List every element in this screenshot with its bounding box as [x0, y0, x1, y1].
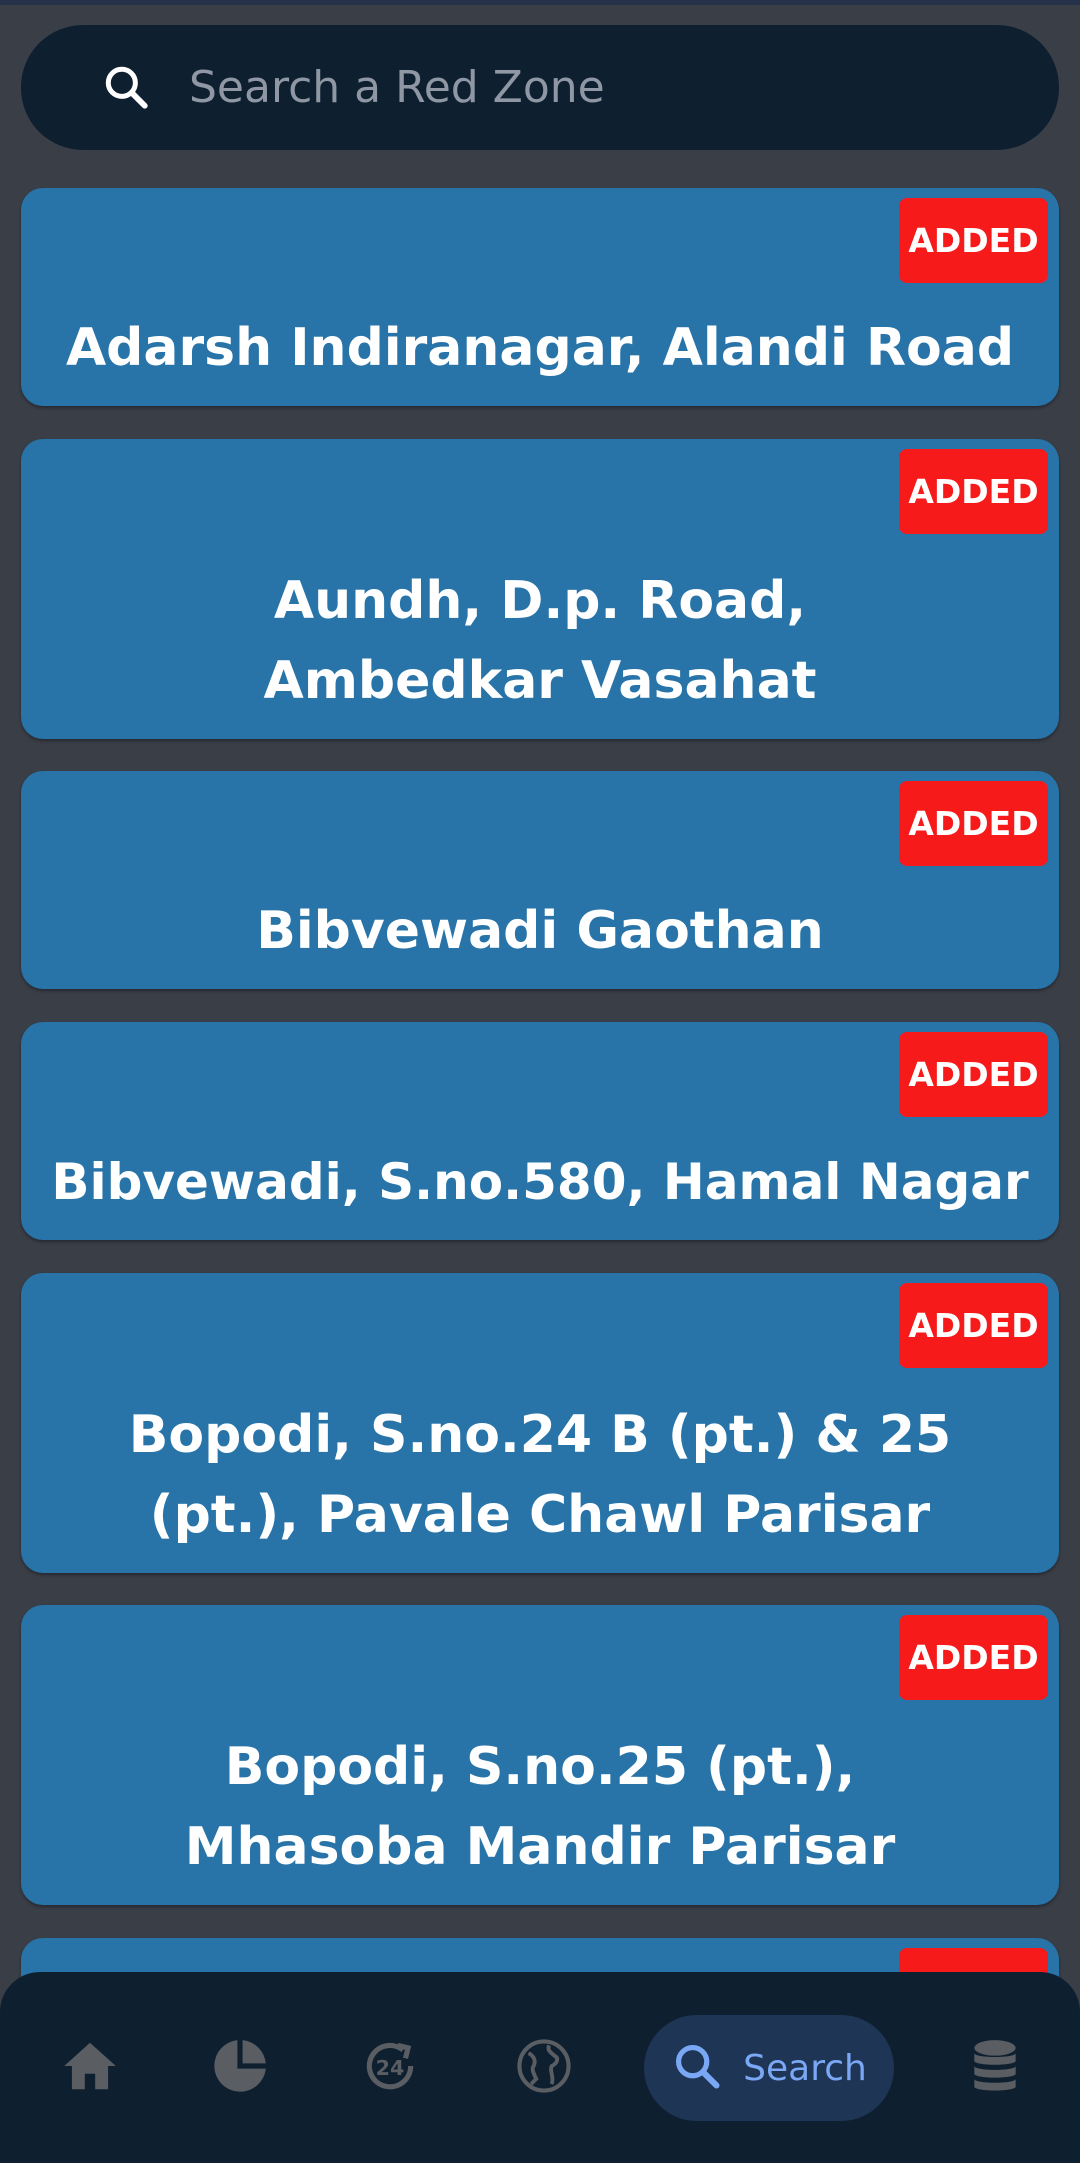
search-icon — [101, 62, 151, 112]
added-badge: ADDED — [899, 1615, 1048, 1700]
zone-name: Bopodi, S.no.24 B (pt.) & 25 (pt.), Pava… — [128, 1405, 952, 1545]
search-input[interactable] — [189, 25, 1029, 150]
nav-stats[interactable] — [200, 1972, 280, 2163]
added-badge: ADDED — [899, 198, 1048, 283]
added-badge: ADDED — [899, 1032, 1048, 1117]
database-icon — [964, 2035, 1026, 2101]
zone-card[interactable]: ADDED Bibvewadi Gaothan — [21, 771, 1059, 989]
nav-search[interactable]: Search — [644, 2015, 894, 2121]
24-hours-label: 24 — [376, 2056, 405, 2080]
search-bar[interactable] — [21, 25, 1059, 150]
zone-name: Aundh, D.p. Road, Ambedkar Vasahat — [263, 571, 817, 711]
nav-search-label: Search — [743, 2047, 867, 2089]
nav-home[interactable] — [50, 1972, 130, 2163]
zone-card[interactable]: ADDED Bopodi, S.no.24 B (pt.) & 25 (pt.)… — [21, 1273, 1059, 1573]
status-strip — [0, 0, 1080, 5]
nav-database[interactable] — [955, 1972, 1035, 2163]
zone-name: Bopodi, S.no.25 (pt.), Mhasoba Mandir Pa… — [184, 1737, 896, 1877]
screen: ADDED Adarsh Indiranagar, Alandi Road AD… — [0, 0, 1080, 2163]
home-icon — [59, 2035, 121, 2101]
globe-icon — [513, 2035, 575, 2101]
nav-24hours[interactable]: 24 — [350, 1972, 430, 2163]
nav-world[interactable] — [504, 1972, 584, 2163]
24-hours-icon: 24 — [359, 2035, 421, 2101]
added-badge: ADDED — [899, 1283, 1048, 1368]
zone-card[interactable]: ADDED Adarsh Indiranagar, Alandi Road — [21, 188, 1059, 406]
pie-chart-icon — [209, 2035, 271, 2101]
added-badge: ADDED — [899, 449, 1048, 534]
added-badge: ADDED — [899, 781, 1048, 866]
zone-name: Bibvewadi, S.no.580, Hamal Nagar — [51, 1153, 1029, 1211]
search-icon — [671, 2040, 723, 2096]
bottom-nav: 24 Search — [0, 1972, 1080, 2163]
zone-name: Bibvewadi Gaothan — [256, 901, 824, 961]
zone-card[interactable]: ADDED Aundh, D.p. Road, Ambedkar Vasahat — [21, 439, 1059, 739]
zone-card[interactable]: ADDED Bibvewadi, S.no.580, Hamal Nagar — [21, 1022, 1059, 1240]
zone-name: Adarsh Indiranagar, Alandi Road — [65, 318, 1015, 378]
zone-card[interactable]: ADDED Bopodi, S.no.25 (pt.), Mhasoba Man… — [21, 1605, 1059, 1905]
